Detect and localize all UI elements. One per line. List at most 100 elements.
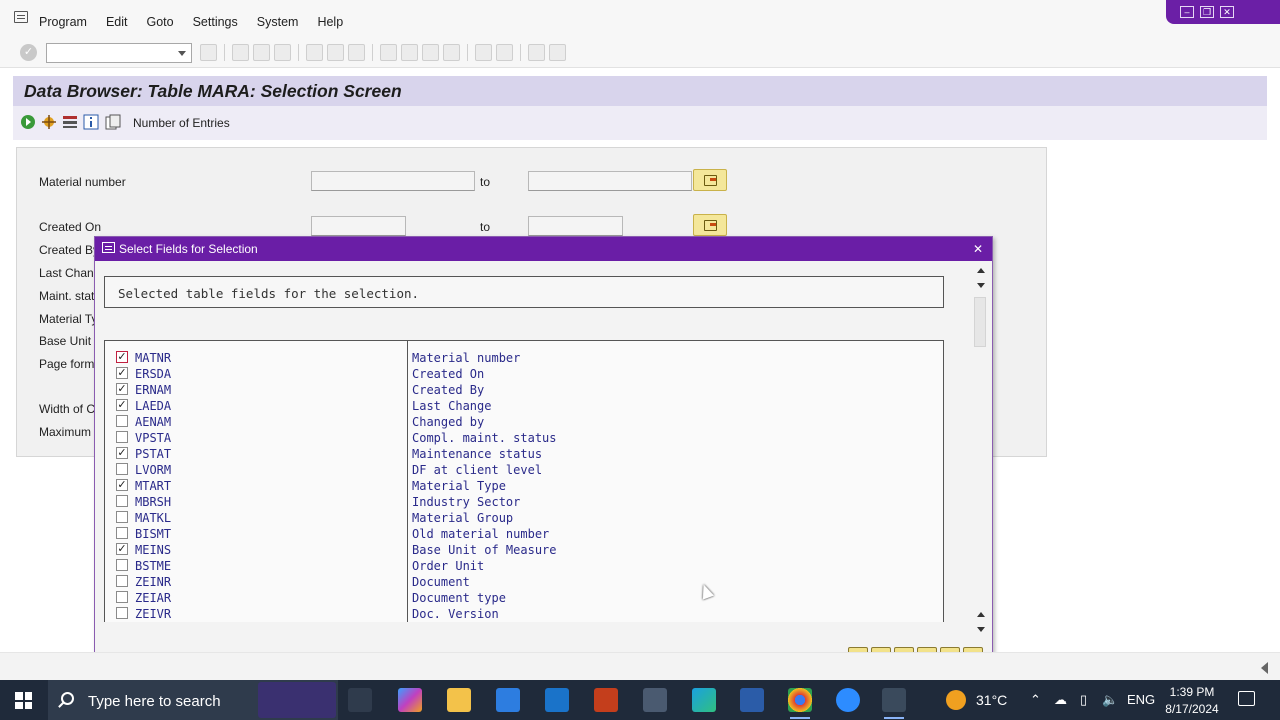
- field-checkbox[interactable]: ✓: [116, 367, 128, 379]
- find-next-icon[interactable]: [348, 44, 365, 61]
- created-on-from-input[interactable]: [311, 216, 406, 236]
- selection-options-icon[interactable]: [41, 114, 57, 130]
- field-name: LVORM: [135, 463, 172, 477]
- info-scrollbar[interactable]: [973, 263, 989, 347]
- list-scrollbar[interactable]: [973, 609, 989, 637]
- mail-icon[interactable]: [545, 688, 569, 712]
- status-expand-icon[interactable]: [1261, 662, 1268, 674]
- weather-temperature[interactable]: 31°C: [976, 692, 1007, 708]
- number-of-entries-button[interactable]: Number of Entries: [133, 116, 230, 130]
- field-label-page-format: Page forma: [39, 357, 102, 371]
- list-item: ZEIVR Doc. Version: [105, 605, 943, 621]
- material-number-to-input[interactable]: [528, 171, 692, 191]
- menu-edit[interactable]: Edit: [106, 15, 128, 29]
- scroll-down-icon[interactable]: [977, 627, 985, 632]
- first-page-icon[interactable]: [380, 44, 397, 61]
- number-of-entries-icon[interactable]: [105, 114, 121, 130]
- field-checkbox[interactable]: ✓: [116, 351, 128, 363]
- microsoft-store-icon[interactable]: [496, 688, 520, 712]
- field-checkbox[interactable]: [116, 559, 128, 571]
- field-checkbox[interactable]: [116, 431, 128, 443]
- last-page-icon[interactable]: [443, 44, 460, 61]
- clock-time: 1:39 PM: [1169, 685, 1215, 699]
- menu-help[interactable]: Help: [317, 15, 343, 29]
- field-checkbox[interactable]: [116, 591, 128, 603]
- field-description: Last Change: [412, 399, 492, 413]
- scroll-up-icon[interactable]: [977, 612, 985, 617]
- field-checkbox[interactable]: [116, 495, 128, 507]
- taskbar-search-box[interactable]: Type here to search: [48, 680, 338, 720]
- notification-icon[interactable]: [1238, 691, 1255, 706]
- task-view-icon[interactable]: [348, 688, 372, 712]
- field-checkbox[interactable]: [116, 575, 128, 587]
- command-field[interactable]: [46, 43, 192, 63]
- menu-goto[interactable]: Goto: [146, 15, 173, 29]
- layout-menu-icon[interactable]: [549, 44, 566, 61]
- system-clock[interactable]: 1:39 PM 8/17/2024: [1163, 684, 1221, 718]
- help-icon[interactable]: [528, 44, 545, 61]
- field-checkbox[interactable]: ✓: [116, 383, 128, 395]
- windows-start-icon[interactable]: [15, 692, 32, 709]
- multiple-selection-button[interactable]: [693, 214, 727, 236]
- chevron-up-icon[interactable]: ⌃: [1030, 692, 1041, 708]
- close-icon[interactable]: ✕: [971, 242, 985, 256]
- field-checkbox[interactable]: [116, 463, 128, 475]
- sap-logon-icon[interactable]: [882, 688, 906, 719]
- field-checkbox[interactable]: ✓: [116, 447, 128, 459]
- execute-icon[interactable]: [20, 114, 36, 130]
- close-window-button[interactable]: ✕: [1220, 6, 1234, 18]
- zoom-icon[interactable]: [836, 688, 860, 712]
- field-checkbox[interactable]: ✓: [116, 479, 128, 491]
- find-icon[interactable]: [327, 44, 344, 61]
- scroll-up-icon[interactable]: [977, 268, 985, 273]
- cloud-icon[interactable]: ☁: [1054, 692, 1067, 708]
- file-explorer-icon[interactable]: [447, 688, 471, 712]
- previous-page-icon[interactable]: [401, 44, 418, 61]
- next-page-icon[interactable]: [422, 44, 439, 61]
- system-menu-icon[interactable]: [14, 11, 28, 23]
- field-checkbox[interactable]: [116, 511, 128, 523]
- volume-icon[interactable]: 🔈: [1102, 692, 1118, 708]
- dialog-menu-icon[interactable]: [102, 242, 115, 253]
- copilot-icon[interactable]: [398, 688, 422, 712]
- created-on-to-input[interactable]: [528, 216, 623, 236]
- language-indicator[interactable]: ENG: [1127, 692, 1155, 707]
- fields-for-selection-icon[interactable]: [62, 114, 78, 130]
- application-toolbar: Number of Entries: [13, 106, 1267, 140]
- scroll-thumb[interactable]: [974, 297, 986, 347]
- material-number-from-input[interactable]: [311, 171, 475, 191]
- cancel-icon[interactable]: [274, 44, 291, 61]
- minimize-button[interactable]: –: [1180, 6, 1194, 18]
- menu-settings[interactable]: Settings: [193, 15, 238, 29]
- battery-icon[interactable]: ▯: [1080, 692, 1087, 708]
- word-icon[interactable]: [740, 688, 764, 712]
- shortcut-icon[interactable]: [496, 44, 513, 61]
- menu-system[interactable]: System: [257, 15, 299, 29]
- chevron-down-icon[interactable]: [178, 51, 186, 56]
- multiple-selection-button[interactable]: [693, 169, 727, 191]
- scroll-down-icon[interactable]: [977, 283, 985, 288]
- save-icon[interactable]: [200, 44, 217, 61]
- create-session-icon[interactable]: [475, 44, 492, 61]
- chrome-icon[interactable]: [788, 688, 812, 719]
- exit-icon[interactable]: [253, 44, 270, 61]
- field-description: Base Unit of Measure: [412, 543, 557, 557]
- weather-icon[interactable]: [946, 690, 966, 710]
- restore-button[interactable]: ❐: [1200, 6, 1214, 18]
- powerpoint-icon[interactable]: [594, 688, 618, 712]
- menu-program[interactable]: Program: [39, 15, 87, 29]
- field-checkbox[interactable]: [116, 607, 128, 619]
- field-checkbox[interactable]: ✓: [116, 399, 128, 411]
- camera-app-icon[interactable]: [643, 688, 667, 712]
- field-checkbox[interactable]: [116, 527, 128, 539]
- field-checkbox[interactable]: ✓: [116, 543, 128, 555]
- windows-taskbar: Type here to search 31°C ⌃ ☁ ▯ 🔈 ENG 1:3…: [0, 680, 1280, 720]
- back-icon[interactable]: [232, 44, 249, 61]
- field-description: Compl. maint. status: [412, 431, 557, 445]
- print-icon[interactable]: [306, 44, 323, 61]
- enter-check-icon[interactable]: ✓: [20, 44, 37, 61]
- field-description: Material Group: [412, 511, 514, 525]
- field-checkbox[interactable]: [116, 415, 128, 427]
- info-icon[interactable]: [83, 114, 99, 130]
- edge-icon[interactable]: [692, 688, 716, 712]
